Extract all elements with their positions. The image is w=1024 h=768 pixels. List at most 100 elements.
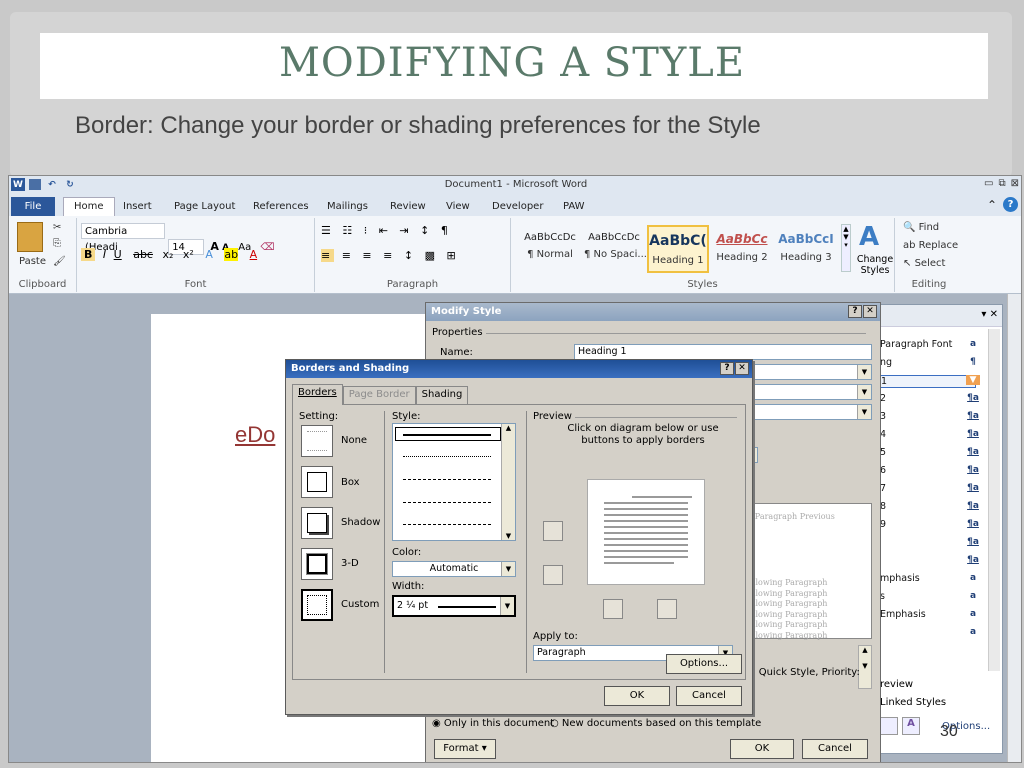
setting-none-icon[interactable] (301, 425, 333, 457)
subscript-icon[interactable]: x₂ (162, 248, 173, 261)
style-type-select[interactable]: ▼ (746, 364, 872, 380)
color-select[interactable]: Automatic ▼ (392, 561, 516, 577)
pane-close-icon[interactable]: ▾ ✕ (981, 309, 998, 320)
border-preview-diagram[interactable] (587, 479, 705, 585)
bs-help-button[interactable]: ? (720, 362, 734, 375)
modify-ok-button[interactable]: OK (730, 739, 794, 759)
setting-none-label[interactable]: None (341, 435, 367, 446)
modify-close-button[interactable]: ✕ (863, 305, 877, 318)
tab-borders[interactable]: Borders (292, 384, 343, 405)
style-heading-3[interactable]: AaBbCcI Heading 3 (775, 225, 837, 273)
help-button[interactable]: ? (848, 305, 862, 318)
find-button[interactable]: 🔍 Find (903, 222, 939, 233)
right-border-button[interactable] (657, 599, 677, 619)
setting-3d-label[interactable]: 3-D (341, 558, 359, 569)
italic-icon[interactable]: I (103, 248, 106, 261)
tab-home[interactable]: Home (63, 197, 115, 216)
long-dashed-line-style[interactable] (403, 502, 491, 503)
show-preview-option[interactable]: review (880, 679, 913, 690)
tab-references[interactable]: References (253, 201, 309, 212)
underline-icon[interactable]: U (114, 248, 122, 261)
style-following-select[interactable]: ▼ (746, 404, 872, 420)
modify-cancel-button[interactable]: Cancel (802, 739, 868, 759)
text-effects-icon[interactable]: A (205, 248, 213, 261)
cut-icon[interactable]: ✂ (53, 222, 61, 233)
tab-view[interactable]: View (446, 201, 470, 212)
styles-gallery-scroll[interactable]: ▲ ▼ ▾ (841, 224, 851, 272)
styles-pane-row[interactable]: s (880, 591, 976, 602)
change-styles-icon[interactable]: A (859, 222, 879, 252)
styles-pane-row[interactable]: 1 (880, 375, 976, 388)
change-styles-button[interactable]: Change Styles (855, 254, 895, 276)
tab-shading[interactable]: Shading (415, 386, 469, 404)
style-based-on-select[interactable]: ▼ (746, 384, 872, 400)
setting-3d-icon[interactable] (301, 548, 333, 580)
styles-pane-row[interactable]: ng (880, 357, 976, 368)
setting-custom-icon[interactable] (301, 589, 333, 621)
new-style-icon[interactable] (880, 717, 898, 735)
font-color-icon[interactable]: A (250, 248, 258, 261)
select-button[interactable]: ↖ Select (903, 258, 945, 269)
left-border-button[interactable] (603, 599, 623, 619)
dash-dot-line-style[interactable] (403, 524, 491, 525)
tab-insert[interactable]: Insert (123, 201, 152, 212)
styles-pane-row[interactable]: 8 (880, 501, 976, 512)
tab-mailings[interactable]: Mailings (327, 201, 368, 212)
disable-linked-styles-option[interactable]: Linked Styles (880, 697, 946, 708)
dotted-line-style[interactable] (403, 456, 491, 457)
list-controls[interactable]: ☰ ☷ ⁝ ⇤ ⇥ ↕ ¶ (321, 224, 452, 237)
close-icon[interactable]: ⊠ (1011, 178, 1019, 189)
styles-pane-row[interactable]: Emphasis (880, 609, 976, 620)
styles-pane-row[interactable]: 9 (880, 519, 976, 530)
tab-file[interactable]: File (11, 197, 55, 216)
bottom-border-button[interactable] (543, 565, 563, 585)
styles-pane-row[interactable]: 6 (880, 465, 976, 476)
styles-pane-scrollbar[interactable] (988, 329, 1000, 671)
superscript-icon[interactable]: x² (183, 248, 194, 261)
bs-ok-button[interactable]: OK (604, 686, 670, 706)
format-painter-icon[interactable]: 🖌 (53, 256, 66, 267)
style-list-scrollbar[interactable]: ▲ ▼ (501, 424, 515, 540)
bs-close-button[interactable]: ✕ (735, 362, 749, 375)
bs-options-button[interactable]: Options... (666, 654, 742, 674)
setting-custom-label[interactable]: Custom (341, 599, 379, 610)
style-no-spacing[interactable]: AaBbCcDc ¶ No Spaci... (583, 225, 647, 273)
tab-paw[interactable]: PAW (563, 201, 585, 212)
tab-page-border[interactable]: Page Border (342, 386, 416, 404)
document-vertical-scrollbar[interactable] (1007, 294, 1021, 762)
highlight-icon[interactable]: ab (224, 248, 239, 261)
paste-button[interactable]: Paste (19, 256, 46, 267)
replace-button[interactable]: ab Replace (903, 240, 958, 251)
width-select[interactable]: 2 ¼ pt ▼ (392, 595, 516, 617)
copy-icon[interactable]: ⎘ (53, 238, 61, 249)
alignment-controls[interactable]: ≡ ≡ ≡ ≡ ↕ ▩ ⊞ (321, 249, 460, 262)
bs-cancel-button[interactable]: Cancel (676, 686, 742, 706)
styles-pane-row[interactable]: 7 (880, 483, 976, 494)
style-heading-1[interactable]: AaBbC( Heading 1 (647, 225, 709, 273)
tab-developer[interactable]: Developer (492, 201, 543, 212)
only-in-document-option[interactable]: ◉ Only in this document (432, 718, 554, 729)
dashed-line-style[interactable] (403, 479, 491, 480)
setting-shadow-icon[interactable] (301, 507, 333, 539)
tab-page-layout[interactable]: Page Layout (174, 201, 235, 212)
description-scrollbar[interactable]: ▲ ▼ (858, 645, 872, 689)
style-heading-2[interactable]: AaBbCc Heading 2 (711, 225, 773, 273)
restore-icon[interactable]: ⧉ (998, 178, 1005, 189)
styles-pane-row[interactable]: mphasis (880, 573, 976, 584)
solid-line-style[interactable] (403, 434, 491, 436)
bold-icon[interactable]: B (81, 248, 96, 261)
ribbon-collapse-icon[interactable]: ⌃ (987, 198, 997, 212)
paste-icon[interactable] (17, 222, 43, 252)
setting-box-icon[interactable] (301, 466, 333, 498)
styles-pane-row[interactable]: Paragraph Font (880, 339, 976, 350)
line-style-list[interactable]: ▲ ▼ (392, 423, 516, 541)
name-field[interactable]: Heading 1 (574, 344, 872, 360)
styles-pane-row[interactable]: 2 (880, 393, 976, 404)
clear-formatting-icon[interactable]: ⌫ (260, 242, 274, 253)
strikethrough-icon[interactable]: abc (133, 248, 153, 261)
style-inspector-icon[interactable]: A (902, 717, 920, 735)
styles-pane-row[interactable]: 4 (880, 429, 976, 440)
setting-shadow-label[interactable]: Shadow (341, 517, 380, 528)
setting-box-label[interactable]: Box (341, 477, 360, 488)
top-border-button[interactable] (543, 521, 563, 541)
